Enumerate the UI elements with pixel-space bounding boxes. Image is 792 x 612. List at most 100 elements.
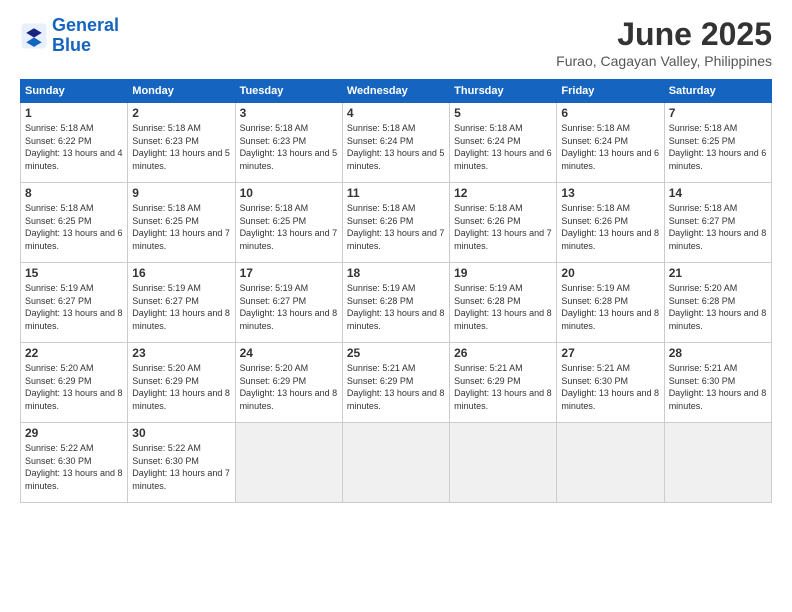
day-detail: Sunrise: 5:21 AMSunset: 6:29 PMDaylight:…	[454, 362, 552, 412]
page: G General Blue June 2025 Furao, Cagayan …	[0, 0, 792, 612]
header-row: Sunday Monday Tuesday Wednesday Thursday…	[21, 80, 772, 103]
day-detail: Sunrise: 5:21 AMSunset: 6:30 PMDaylight:…	[669, 362, 767, 412]
day-detail: Sunrise: 5:18 AMSunset: 6:24 PMDaylight:…	[347, 122, 445, 172]
day-number: 19	[454, 266, 552, 280]
calendar-cell: 7Sunrise: 5:18 AMSunset: 6:25 PMDaylight…	[664, 103, 771, 183]
day-number: 22	[25, 346, 123, 360]
day-number: 3	[240, 106, 338, 120]
calendar-cell	[664, 423, 771, 503]
day-detail: Sunrise: 5:18 AMSunset: 6:25 PMDaylight:…	[240, 202, 338, 252]
calendar-week-5: 29Sunrise: 5:22 AMSunset: 6:30 PMDayligh…	[21, 423, 772, 503]
calendar-cell: 24 Sunrise: 5:20 AMSunset: 6:29 PMDayligh…	[235, 343, 342, 423]
day-detail: Sunrise: 5:19 AMSunset: 6:27 PMDaylight:…	[240, 282, 338, 332]
day-number: 11	[347, 186, 445, 200]
day-number: 14	[669, 186, 767, 200]
day-detail: Sunrise: 5:18 AMSunset: 6:22 PMDaylight:…	[25, 122, 123, 172]
day-number: 4	[347, 106, 445, 120]
day-detail: Sunrise: 5:18 AMSunset: 6:24 PMDaylight:…	[454, 122, 552, 172]
calendar-week-3: 15 Sunrise: 5:19 AMSunset: 6:27 PMDayligh…	[21, 263, 772, 343]
title-block: June 2025 Furao, Cagayan Valley, Philipp…	[556, 16, 772, 69]
day-number: 23	[132, 346, 230, 360]
calendar-cell: 25 Sunrise: 5:21 AMSunset: 6:29 PMDayligh…	[342, 343, 449, 423]
day-number: 13	[561, 186, 659, 200]
day-number: 7	[669, 106, 767, 120]
logo-line1: General	[52, 15, 119, 35]
day-detail: Sunrise: 5:18 AMSunset: 6:23 PMDaylight:…	[132, 122, 230, 172]
col-saturday: Saturday	[664, 80, 771, 103]
calendar-cell: 9 Sunrise: 5:18 AMSunset: 6:25 PMDaylight…	[128, 183, 235, 263]
day-detail: Sunrise: 5:18 AMSunset: 6:25 PMDaylight:…	[132, 202, 230, 252]
day-detail: Sunrise: 5:20 AMSunset: 6:28 PMDaylight:…	[669, 282, 767, 332]
calendar-cell: 28 Sunrise: 5:21 AMSunset: 6:30 PMDayligh…	[664, 343, 771, 423]
col-thursday: Thursday	[450, 80, 557, 103]
day-detail: Sunrise: 5:18 AMSunset: 6:23 PMDaylight:…	[240, 122, 338, 172]
day-detail: Sunrise: 5:18 AMSunset: 6:26 PMDaylight:…	[561, 202, 659, 252]
calendar-cell: 10 Sunrise: 5:18 AMSunset: 6:25 PMDayligh…	[235, 183, 342, 263]
day-detail: Sunrise: 5:19 AMSunset: 6:27 PMDaylight:…	[132, 282, 230, 332]
day-detail: Sunrise: 5:18 AMSunset: 6:27 PMDaylight:…	[669, 202, 767, 252]
col-wednesday: Wednesday	[342, 80, 449, 103]
calendar-week-4: 22 Sunrise: 5:20 AMSunset: 6:29 PMDayligh…	[21, 343, 772, 423]
day-detail: Sunrise: 5:22 AMSunset: 6:30 PMDaylight:…	[25, 442, 123, 492]
day-number: 8	[25, 186, 123, 200]
day-number: 16	[132, 266, 230, 280]
calendar-cell: 21 Sunrise: 5:20 AMSunset: 6:28 PMDayligh…	[664, 263, 771, 343]
day-detail: Sunrise: 5:20 AMSunset: 6:29 PMDaylight:…	[25, 362, 123, 412]
day-number: 18	[347, 266, 445, 280]
calendar-cell: 18 Sunrise: 5:19 AMSunset: 6:28 PMDayligh…	[342, 263, 449, 343]
day-number: 15	[25, 266, 123, 280]
day-number: 21	[669, 266, 767, 280]
calendar-cell: 15 Sunrise: 5:19 AMSunset: 6:27 PMDayligh…	[21, 263, 128, 343]
day-number: 20	[561, 266, 659, 280]
day-detail: Sunrise: 5:18 AMSunset: 6:24 PMDaylight:…	[561, 122, 659, 172]
calendar-cell: 12 Sunrise: 5:18 AMSunset: 6:26 PMDayligh…	[450, 183, 557, 263]
day-detail: Sunrise: 5:19 AMSunset: 6:27 PMDaylight:…	[25, 282, 123, 332]
day-number: 30	[132, 426, 230, 440]
day-number: 17	[240, 266, 338, 280]
day-detail: Sunrise: 5:18 AMSunset: 6:26 PMDaylight:…	[454, 202, 552, 252]
day-number: 24	[240, 346, 338, 360]
day-detail: Sunrise: 5:21 AMSunset: 6:29 PMDaylight:…	[347, 362, 445, 412]
logo-text: General Blue	[52, 16, 119, 56]
calendar-cell: 20 Sunrise: 5:19 AMSunset: 6:28 PMDayligh…	[557, 263, 664, 343]
calendar-cell	[557, 423, 664, 503]
day-detail: Sunrise: 5:18 AMSunset: 6:26 PMDaylight:…	[347, 202, 445, 252]
calendar-cell: 14 Sunrise: 5:18 AMSunset: 6:27 PMDayligh…	[664, 183, 771, 263]
calendar-cell: 4 Sunrise: 5:18 AMSunset: 6:24 PMDaylight…	[342, 103, 449, 183]
calendar-cell: 29Sunrise: 5:22 AMSunset: 6:30 PMDayligh…	[21, 423, 128, 503]
day-number: 28	[669, 346, 767, 360]
col-tuesday: Tuesday	[235, 80, 342, 103]
day-number: 10	[240, 186, 338, 200]
day-number: 1	[25, 106, 123, 120]
calendar-cell: 22 Sunrise: 5:20 AMSunset: 6:29 PMDayligh…	[21, 343, 128, 423]
calendar-cell: 23Sunrise: 5:20 AMSunset: 6:29 PMDayligh…	[128, 343, 235, 423]
calendar-cell: 1 Sunrise: 5:18 AMSunset: 6:22 PMDaylight…	[21, 103, 128, 183]
col-monday: Monday	[128, 80, 235, 103]
day-number: 9	[132, 186, 230, 200]
calendar-table: Sunday Monday Tuesday Wednesday Thursday…	[20, 79, 772, 503]
calendar-cell: 16 Sunrise: 5:19 AMSunset: 6:27 PMDayligh…	[128, 263, 235, 343]
col-sunday: Sunday	[21, 80, 128, 103]
calendar-week-2: 8 Sunrise: 5:18 AMSunset: 6:25 PMDaylight…	[21, 183, 772, 263]
day-number: 6	[561, 106, 659, 120]
day-detail: Sunrise: 5:20 AMSunset: 6:29 PMDaylight:…	[240, 362, 338, 412]
calendar-cell: 5Sunrise: 5:18 AMSunset: 6:24 PMDaylight…	[450, 103, 557, 183]
location: Furao, Cagayan Valley, Philippines	[556, 53, 772, 69]
calendar-cell: 30 Sunrise: 5:22 AMSunset: 6:30 PMDayligh…	[128, 423, 235, 503]
calendar-cell: 11 Sunrise: 5:18 AMSunset: 6:26 PMDayligh…	[342, 183, 449, 263]
day-number: 25	[347, 346, 445, 360]
calendar-cell: 8 Sunrise: 5:18 AMSunset: 6:25 PMDaylight…	[21, 183, 128, 263]
calendar-cell	[342, 423, 449, 503]
day-detail: Sunrise: 5:22 AMSunset: 6:30 PMDaylight:…	[132, 442, 230, 492]
day-detail: Sunrise: 5:19 AMSunset: 6:28 PMDaylight:…	[561, 282, 659, 332]
day-detail: Sunrise: 5:19 AMSunset: 6:28 PMDaylight:…	[347, 282, 445, 332]
calendar-cell: 13 Sunrise: 5:18 AMSunset: 6:26 PMDayligh…	[557, 183, 664, 263]
calendar-cell: 17 Sunrise: 5:19 AMSunset: 6:27 PMDayligh…	[235, 263, 342, 343]
day-detail: Sunrise: 5:19 AMSunset: 6:28 PMDaylight:…	[454, 282, 552, 332]
day-detail: Sunrise: 5:18 AMSunset: 6:25 PMDaylight:…	[25, 202, 123, 252]
calendar-cell	[450, 423, 557, 503]
logo: G General Blue	[20, 16, 119, 56]
day-number: 2	[132, 106, 230, 120]
calendar-cell: 19 Sunrise: 5:19 AMSunset: 6:28 PMDayligh…	[450, 263, 557, 343]
day-number: 12	[454, 186, 552, 200]
